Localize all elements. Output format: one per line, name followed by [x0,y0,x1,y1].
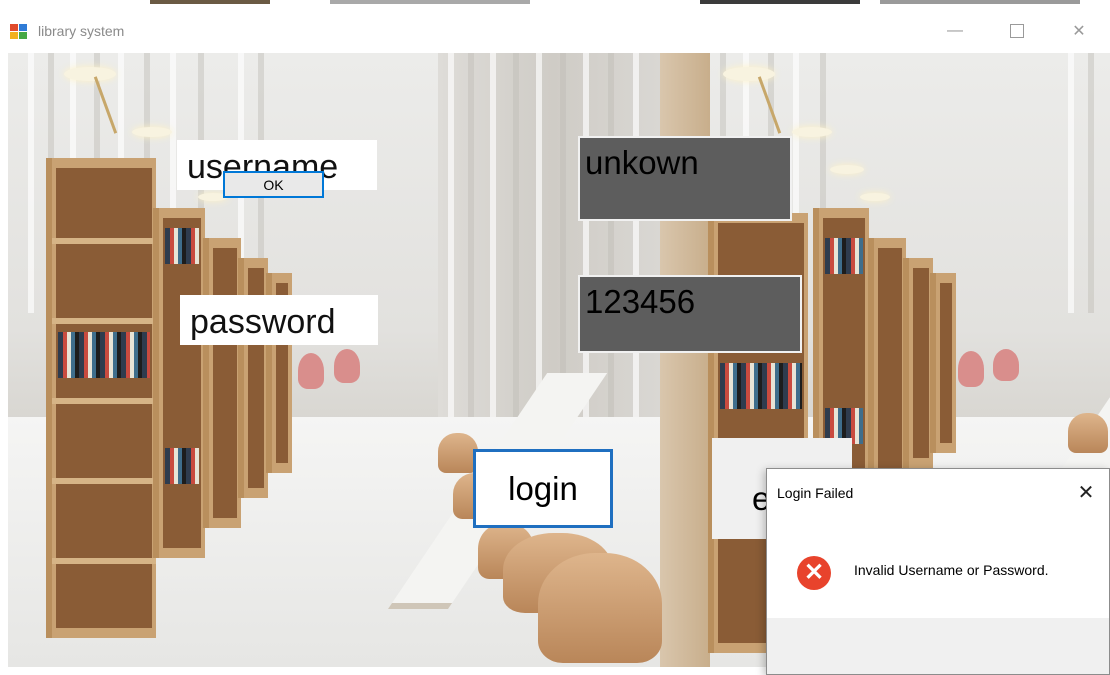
ok-button[interactable]: OK [223,171,324,198]
dialog-footer [767,618,1109,674]
close-icon: ✕ [1077,481,1095,504]
window-title: library system [38,23,125,39]
username-input[interactable]: unkown [578,136,792,221]
error-icon: ✕ [797,556,831,590]
minimize-button[interactable]: — [932,9,978,53]
password-input[interactable]: 123456 [578,275,802,353]
main-window: library system — ✕ username unkown passw… [0,0,1110,675]
app-icon [10,24,28,40]
login-button[interactable]: login [473,449,613,528]
login-failed-dialog: Login Failed ✕ ✕ Invalid Username or Pas… [766,468,1110,675]
dialog-message: Invalid Username or Password. [854,562,1049,578]
maximize-button[interactable] [994,9,1040,53]
minimize-icon: — [947,22,963,39]
dialog-close-button[interactable]: ✕ [1067,475,1105,509]
close-button[interactable]: ✕ [1056,9,1102,53]
close-icon: ✕ [1072,23,1086,40]
dialog-title: Login Failed [777,485,854,501]
password-label: password [180,295,378,345]
title-bar[interactable]: library system — ✕ [0,9,1110,53]
background-window-edge [0,0,1110,9]
maximize-icon [1010,24,1024,38]
